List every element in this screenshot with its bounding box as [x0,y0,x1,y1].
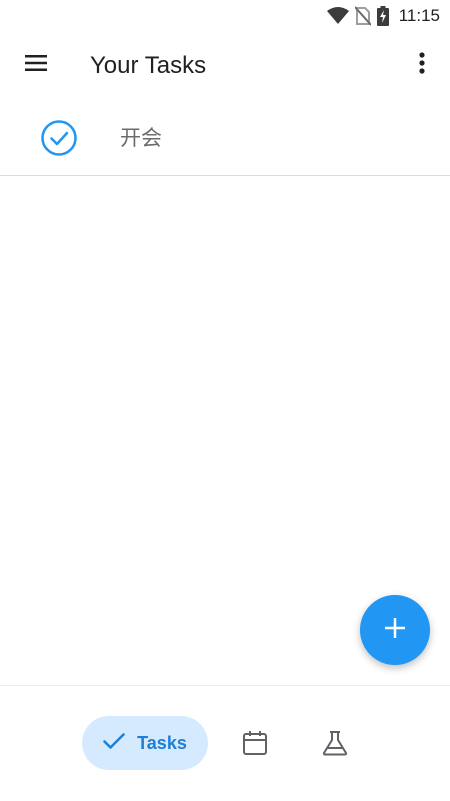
hamburger-menu-icon [25,54,47,76]
status-time: 11:15 [398,6,440,25]
bottom-navigation: Tasks [0,685,450,801]
nav-item-tasks-label: Tasks [137,732,187,753]
battery-charging-icon [376,6,389,26]
wifi-icon [326,7,349,25]
nav-item-calendar[interactable] [238,728,272,762]
nav-item-lab[interactable] [318,728,352,762]
task-complete-checkbox[interactable] [40,119,78,157]
more-vertical-icon [419,51,425,79]
add-task-button[interactable] [360,595,430,665]
task-label: 开会 [120,126,162,150]
menu-button[interactable] [14,43,58,87]
task-list-item[interactable]: 开会 [0,100,450,176]
more-options-button[interactable] [400,43,444,87]
page-title: Your Tasks [90,52,207,79]
flask-icon [321,730,349,761]
app-bar: Your Tasks [0,32,450,100]
no-sim-icon [354,6,371,26]
nav-item-tasks[interactable]: Tasks [82,716,208,770]
plus-icon [385,617,405,643]
status-bar: 11:15 [0,0,450,32]
check-icon [103,732,125,754]
calendar-icon [242,730,268,761]
